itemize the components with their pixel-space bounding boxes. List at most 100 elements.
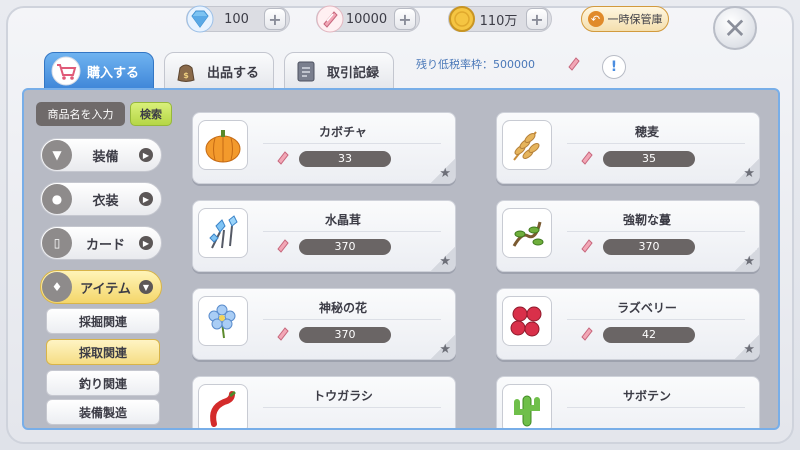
- ticket-icon: [316, 5, 344, 33]
- item-name: ラズベリー: [617, 301, 677, 315]
- category-label: 衣装: [92, 193, 119, 209]
- coin-icon: [449, 6, 475, 32]
- close-icon: ✕: [723, 11, 747, 45]
- favorite-star-icon[interactable]: ★: [735, 335, 759, 359]
- tab-history-label: 取引記録: [327, 65, 380, 81]
- ticket-icon: [277, 239, 289, 253]
- item-card-mystic-flower[interactable]: 神秘の花 370 ★: [192, 288, 456, 360]
- category-costume[interactable]: ● 衣装 ▶: [40, 182, 162, 216]
- item-icon: ♦: [42, 272, 72, 302]
- item-name: 穂麦: [634, 125, 659, 139]
- item-price: 35: [603, 151, 695, 167]
- category-label: 装備: [92, 149, 119, 165]
- tab-history[interactable]: 取引記録: [284, 52, 394, 90]
- subcategory-mining[interactable]: 採掘関連: [46, 308, 160, 334]
- ticket-icon: [581, 327, 593, 341]
- crystal-mushroom-icon: [198, 208, 248, 258]
- ticket-icon: [581, 151, 593, 165]
- category-label: アイテム: [80, 281, 131, 297]
- divider: [567, 143, 745, 144]
- flower-icon: [198, 296, 248, 346]
- search-button[interactable]: 検索: [130, 102, 172, 126]
- item-price: 42: [603, 327, 695, 343]
- category-card[interactable]: ▯ カード ▶: [40, 226, 162, 260]
- vine-icon: [502, 208, 552, 258]
- item-price: 33: [299, 151, 391, 167]
- item-card-pumpkin[interactable]: カボチャ 33 ★: [192, 112, 456, 184]
- close-button[interactable]: ✕: [713, 6, 757, 50]
- armor-icon: ▼: [42, 140, 72, 170]
- divider: [567, 407, 745, 408]
- item-name: 強靭な蔓: [622, 213, 671, 227]
- favorite-star-icon[interactable]: ★: [431, 247, 455, 271]
- subcategory-gathering[interactable]: 採取関連: [46, 339, 160, 365]
- divider: [567, 231, 745, 232]
- item-name: サボテン: [622, 389, 671, 403]
- info-button[interactable]: !: [602, 55, 626, 79]
- favorite-star-icon[interactable]: ★: [735, 247, 759, 271]
- subcategory-fishing[interactable]: 釣り関連: [46, 370, 160, 396]
- item-name: トウガラシ: [313, 389, 373, 403]
- ticket-icon: [277, 151, 289, 165]
- temporary-storage-button[interactable]: ↶ 一時保管庫: [581, 6, 669, 32]
- cart-icon: [51, 56, 81, 86]
- diamond-counter: 100 +: [186, 5, 290, 33]
- favorite-star-icon[interactable]: ★: [431, 159, 455, 183]
- item-card-crystal-mushroom[interactable]: 水晶茸 370 ★: [192, 200, 456, 272]
- category-equipment[interactable]: ▼ 装備 ▶: [40, 138, 162, 172]
- market-panel: 商品名を入力 検索 ▼ 装備 ▶ ● 衣装 ▶ ▯ カード ▶ ♦ アイテム ▼…: [22, 88, 780, 430]
- subcategory-label: 採掘関連: [78, 314, 127, 329]
- favorite-star-icon[interactable]: ★: [431, 335, 455, 359]
- divider: [263, 231, 441, 232]
- chevron-right-icon: ▶: [139, 148, 153, 162]
- divider: [263, 143, 441, 144]
- search-button-label: 検索: [140, 108, 162, 121]
- item-price: 370: [299, 327, 391, 343]
- pepper-icon: [198, 384, 248, 428]
- tab-sell-label: 出品する: [207, 65, 260, 81]
- storage-button-label: 一時保管庫: [607, 13, 663, 26]
- subcategory-equipment-crafting[interactable]: 装備製造: [46, 399, 160, 425]
- add-zeny-button[interactable]: +: [526, 8, 548, 30]
- record-icon: [297, 61, 315, 82]
- ticket-icon: [568, 57, 580, 71]
- item-name: 神秘の花: [318, 301, 367, 315]
- item-name: カボチャ: [319, 125, 367, 139]
- item-card-cactus[interactable]: サボテン: [496, 376, 760, 428]
- item-price: 370: [299, 239, 391, 255]
- favorite-star-icon[interactable]: ★: [735, 159, 759, 183]
- divider: [567, 319, 745, 320]
- diamond-icon: [186, 5, 214, 33]
- pumpkin-icon: [198, 120, 248, 170]
- svg-text:$: $: [183, 71, 189, 80]
- ticket-icon: [277, 327, 289, 341]
- ticket-icon: [581, 239, 593, 253]
- cactus-icon: [502, 384, 552, 428]
- tab-buy-label: 購入する: [87, 65, 140, 81]
- item-card-pepper[interactable]: トウガラシ: [192, 376, 456, 428]
- raspberry-icon: [502, 296, 552, 346]
- bag-icon: $: [177, 64, 195, 82]
- item-card-raspberry[interactable]: ラズベリー 42 ★: [496, 288, 760, 360]
- item-card-wheat[interactable]: 穂麦 35 ★: [496, 112, 760, 184]
- chevron-right-icon: ▶: [139, 236, 153, 250]
- zeny-counter: 110万 +: [448, 6, 552, 32]
- tab-sell[interactable]: $ 出品する: [164, 52, 274, 90]
- add-ticket-button[interactable]: +: [394, 8, 416, 30]
- search-input[interactable]: 商品名を入力: [36, 102, 125, 126]
- wheat-icon: [502, 120, 552, 170]
- item-price: 370: [603, 239, 695, 255]
- category-sidebar: 商品名を入力 検索 ▼ 装備 ▶ ● 衣装 ▶ ▯ カード ▶ ♦ アイテム ▼…: [30, 96, 178, 426]
- item-card-vine[interactable]: 強靭な蔓 370 ★: [496, 200, 760, 272]
- tax-quota-text: 残り低税率枠：500000: [416, 58, 535, 71]
- item-name: 水晶茸: [324, 213, 361, 227]
- subcategory-label: 装備製造: [78, 405, 127, 420]
- category-item[interactable]: ♦ アイテム ▼: [40, 270, 162, 304]
- divider: [263, 407, 441, 408]
- divider: [263, 319, 441, 320]
- tab-buy[interactable]: 購入する: [44, 52, 154, 90]
- card-icon: ▯: [42, 228, 72, 258]
- return-arrow-icon: ↶: [587, 11, 604, 27]
- subcategory-label: 採取関連: [78, 345, 127, 360]
- add-diamond-button[interactable]: +: [264, 8, 286, 30]
